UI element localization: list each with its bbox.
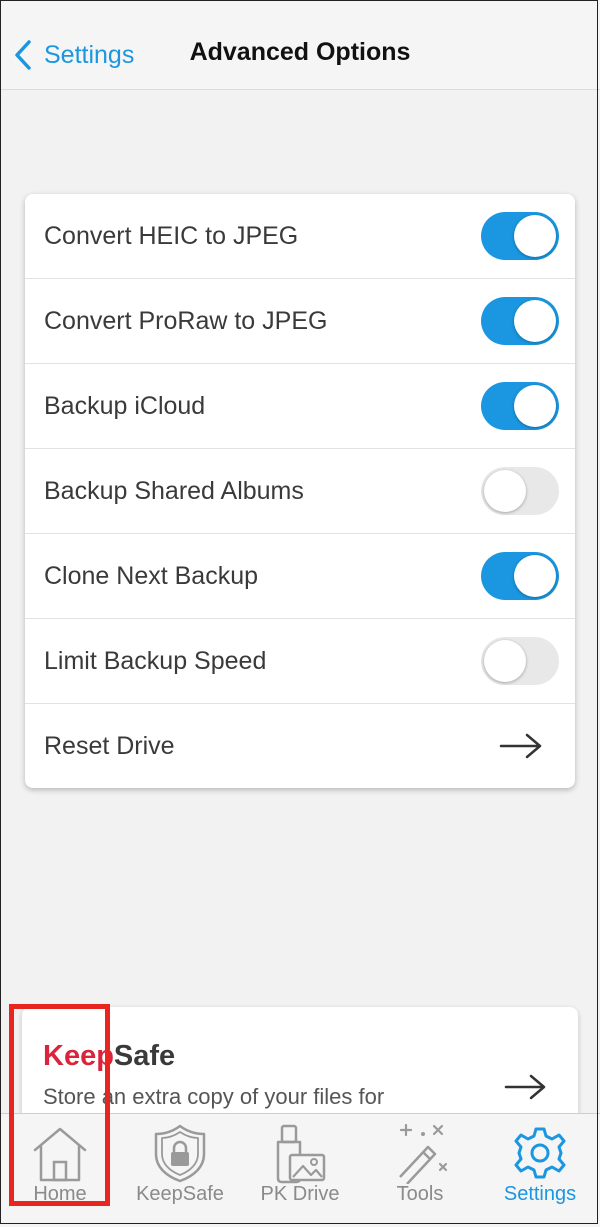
tab-keepsafe[interactable]: KeepSafe — [120, 1114, 240, 1227]
convert-heic-toggle[interactable] — [481, 212, 559, 260]
setting-label: Reset Drive — [44, 731, 175, 760]
settings-card: Convert HEIC to JPEG Convert ProRaw to J… — [25, 194, 575, 788]
setting-row-backup-shared-albums: Backup Shared Albums — [25, 449, 575, 534]
brand-part-safe: Safe — [113, 1040, 176, 1072]
shield-lock-icon — [154, 1124, 206, 1183]
gear-icon — [514, 1127, 566, 1179]
backup-icloud-toggle[interactable] — [481, 382, 559, 430]
tab-settings[interactable]: Settings — [480, 1114, 600, 1227]
toggle-knob — [484, 470, 526, 512]
backup-shared-albums-toggle[interactable] — [481, 467, 559, 515]
toggle-knob — [514, 215, 556, 257]
clone-next-backup-toggle[interactable] — [481, 552, 559, 600]
toggle-knob — [514, 300, 556, 342]
promo-description: Store an extra copy of your files for — [43, 1084, 385, 1109]
tab-label: PK Drive — [260, 1183, 340, 1205]
tab-label: Home — [33, 1183, 87, 1205]
tab-pk-drive[interactable]: PK Drive — [240, 1114, 360, 1227]
page-title: Advanced Options — [189, 38, 411, 66]
convert-proraw-toggle[interactable] — [481, 297, 559, 345]
setting-label: Limit Backup Speed — [44, 646, 267, 675]
setting-row-convert-heic: Convert HEIC to JPEG — [25, 194, 575, 279]
setting-label: Backup iCloud — [44, 391, 206, 420]
tab-label: Tools — [396, 1183, 444, 1205]
setting-label: Convert HEIC to JPEG — [44, 221, 299, 250]
toggle-knob — [484, 640, 526, 682]
drive-photo-icon — [276, 1124, 326, 1184]
tab-tools[interactable]: Tools — [360, 1114, 480, 1227]
home-icon — [33, 1127, 87, 1182]
setting-row-convert-proraw: Convert ProRaw to JPEG — [25, 279, 575, 364]
setting-row-backup-icloud: Backup iCloud — [25, 364, 575, 449]
toggle-knob — [514, 385, 556, 427]
tab-bar: Home KeepSafe PK Drive Tools Settings — [0, 1113, 600, 1227]
setting-row-clone-next-backup: Clone Next Backup — [25, 534, 575, 619]
setting-label: Convert ProRaw to JPEG — [44, 306, 328, 335]
tab-label: KeepSafe — [136, 1183, 224, 1205]
tab-home[interactable]: Home — [0, 1114, 120, 1227]
keepsafe-brand: KeepSafe — [43, 1040, 175, 1073]
arrow-right-icon — [499, 733, 542, 759]
toggle-knob — [514, 555, 556, 597]
tab-label: Settings — [503, 1183, 577, 1205]
reset-drive-row[interactable]: Reset Drive — [25, 704, 575, 788]
brand-part-keep: Keep — [43, 1040, 114, 1072]
limit-backup-speed-toggle[interactable] — [481, 637, 559, 685]
setting-label: Clone Next Backup — [44, 561, 259, 590]
setting-label: Backup Shared Albums — [44, 476, 304, 505]
navigation-header: Settings Advanced Options — [0, 0, 600, 90]
magic-wand-icon — [399, 1123, 448, 1184]
arrow-right-icon — [504, 1074, 546, 1100]
setting-row-limit-backup-speed: Limit Backup Speed — [25, 619, 575, 704]
